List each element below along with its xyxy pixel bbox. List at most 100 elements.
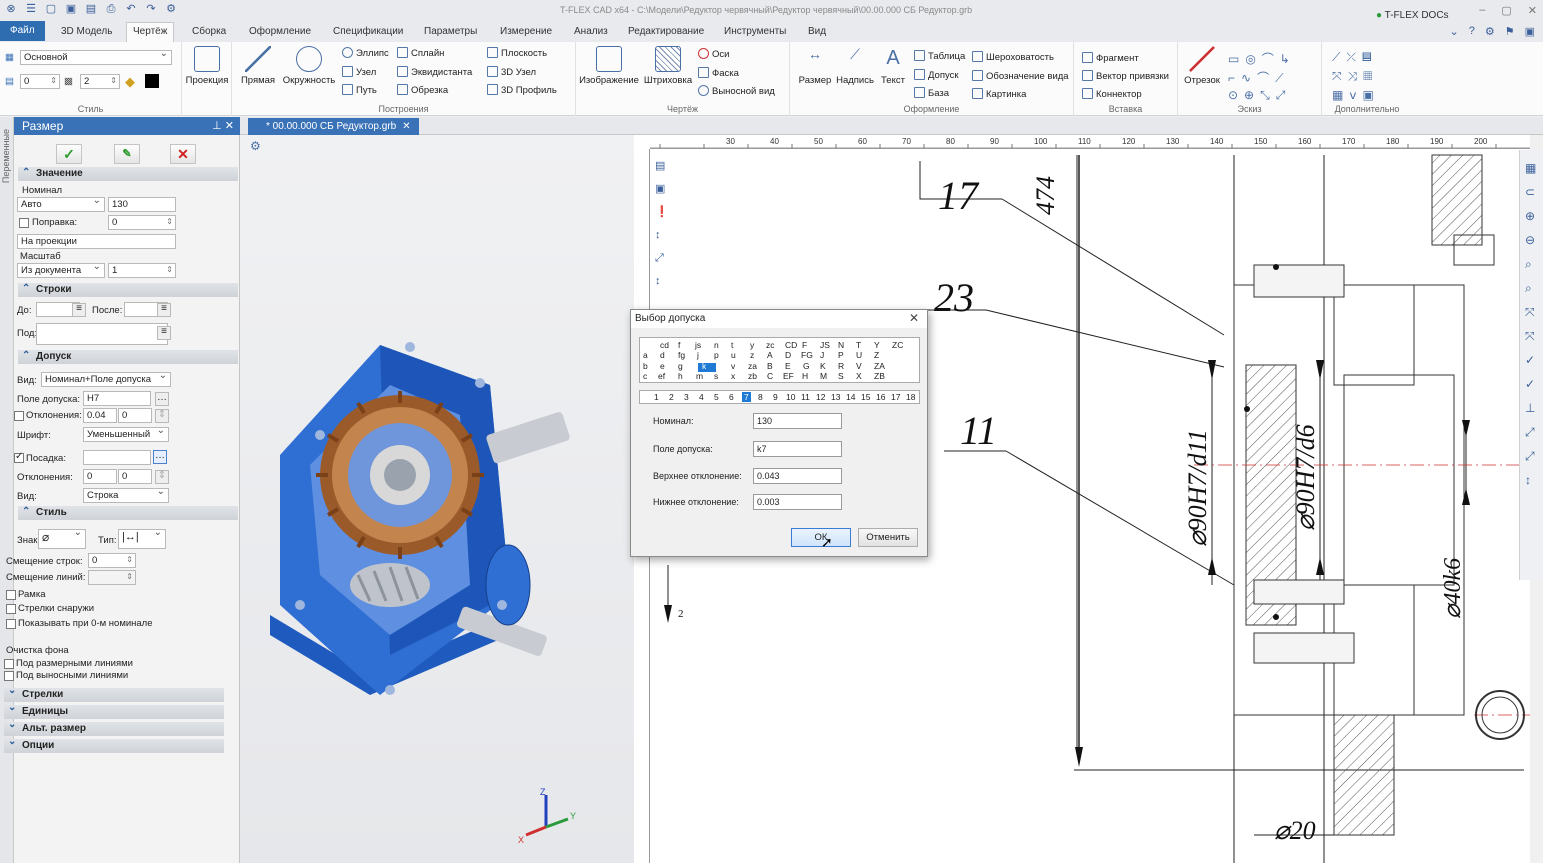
grade-cell[interactable]: 18: [906, 392, 915, 402]
letter-cell[interactable]: d: [660, 350, 665, 360]
tab-assembly[interactable]: Сборка: [186, 24, 232, 40]
dialog-field-input[interactable]: k7: [753, 441, 842, 457]
ellipse-button[interactable]: Эллипс: [342, 47, 389, 59]
letter-cell[interactable]: za: [748, 361, 757, 371]
window-icon[interactable]: ▣: [1525, 25, 1535, 38]
help-icon[interactable]: ?: [1469, 25, 1475, 38]
letter-cell[interactable]: D: [785, 350, 791, 360]
nominal-value-input[interactable]: 130: [108, 197, 176, 212]
collapse-icon[interactable]: ⌄: [1450, 25, 1459, 38]
letter-cell[interactable]: v: [731, 361, 735, 371]
letter-cell[interactable]: P: [838, 350, 844, 360]
letter-cell[interactable]: N: [838, 340, 844, 350]
letter-cell[interactable]: T: [856, 340, 861, 350]
letter-cell[interactable]: J: [820, 350, 824, 360]
grade-cell[interactable]: 4: [699, 392, 704, 402]
table-button[interactable]: Таблица: [914, 50, 965, 62]
letter-cell[interactable]: JS: [820, 340, 830, 350]
base-button[interactable]: База: [914, 87, 949, 99]
fit-deviation-input-2[interactable]: 0: [118, 469, 152, 484]
letter-cell[interactable]: s: [714, 371, 718, 381]
letter-cell[interactable]: z: [750, 350, 754, 360]
letter-cell[interactable]: M: [820, 371, 827, 381]
hatch-button[interactable]: Штриховка: [642, 46, 694, 86]
tab-design[interactable]: Оформление: [243, 24, 317, 40]
grade-cell[interactable]: 11: [801, 392, 810, 402]
line-offset-input[interactable]: [88, 570, 136, 585]
path-button[interactable]: Путь: [342, 84, 377, 96]
letter-cell[interactable]: e: [660, 361, 665, 371]
options-icon[interactable]: ⚙: [164, 2, 178, 16]
letter-cell[interactable]: y: [750, 340, 754, 350]
sign-select[interactable]: ⌀: [38, 529, 86, 549]
tab-tools[interactable]: Инструменты: [718, 24, 792, 40]
letter-cell[interactable]: V: [856, 361, 862, 371]
settings-icon[interactable]: ⚙: [1485, 25, 1495, 38]
size-button[interactable]: ↔ Размер: [796, 46, 834, 86]
node3d-button[interactable]: 3D Узел: [487, 66, 536, 78]
section-tolerance[interactable]: Допуск: [18, 349, 238, 364]
inscription-button[interactable]: ⟋ Надпись: [834, 46, 876, 86]
color-swatch[interactable]: [145, 74, 159, 88]
section-units[interactable]: Единицы: [4, 701, 224, 719]
grade-cell[interactable]: 14: [846, 392, 855, 402]
new-file-icon[interactable]: ▢: [44, 2, 58, 16]
grade-cell[interactable]: 8: [758, 392, 763, 402]
close-window-icon[interactable]: ✕: [1528, 4, 1537, 17]
drawing-tool-icons[interactable]: ▤ ▣ ❗ ↕ ⤢ ↕: [655, 155, 669, 293]
scale-value-input[interactable]: 1: [108, 263, 176, 278]
plane-button[interactable]: Плоскость: [487, 47, 547, 59]
letter-cell[interactable]: K: [820, 361, 826, 371]
fit-input[interactable]: [83, 450, 151, 465]
fit-checkbox[interactable]: [14, 451, 24, 463]
3d-viewport[interactable]: ⚙ Z X Y: [240, 135, 634, 863]
before-menu-icon[interactable]: ≡: [72, 303, 86, 317]
row-offset-input[interactable]: 0: [88, 553, 136, 568]
fit-deviation-input-1[interactable]: 0: [83, 469, 117, 484]
tab-analysis[interactable]: Анализ: [568, 24, 614, 40]
section-style[interactable]: Стиль: [18, 505, 238, 520]
letter-cell[interactable]: U: [856, 350, 862, 360]
grade-cell[interactable]: 6: [729, 392, 734, 402]
ok-check-button[interactable]: ✓: [56, 144, 82, 164]
dialog-nominal-input[interactable]: 130: [753, 413, 842, 429]
letter-cell[interactable]: g: [678, 361, 683, 371]
letter-cell[interactable]: CD: [785, 340, 797, 350]
letter-cell[interactable]: p: [714, 350, 719, 360]
grade-cell[interactable]: 15: [861, 392, 870, 402]
priority-input[interactable]: 2: [80, 74, 120, 89]
nominal-mode-select[interactable]: Авто: [17, 197, 105, 212]
under-input[interactable]: [36, 323, 168, 345]
grade-cell[interactable]: 16: [876, 392, 885, 402]
after-menu-icon[interactable]: ≡: [157, 303, 171, 317]
correction-checkbox[interactable]: [19, 218, 29, 228]
grade-cell[interactable]: 2: [669, 392, 674, 402]
letter-cell[interactable]: Z: [874, 350, 879, 360]
letter-cell[interactable]: FG: [801, 350, 813, 360]
letter-cell[interactable]: f: [678, 340, 680, 350]
document-tab[interactable]: * 00.00.000 СБ Редуктор.grb ✕: [248, 118, 419, 135]
scale-mode-select[interactable]: Из документа: [17, 263, 105, 278]
section-options[interactable]: Опции: [4, 735, 224, 753]
cancel-x-button[interactable]: ✕: [170, 144, 196, 164]
view-select[interactable]: Номинал+Поле допуска: [41, 372, 171, 387]
tolerance-letter-grid[interactable]: cd f js n t y zc CD F JS N T Y ZC a d fg…: [639, 337, 920, 383]
type-select[interactable]: |↔|: [118, 529, 166, 549]
tab-parameters[interactable]: Параметры: [418, 24, 483, 40]
right-toolbar-icons[interactable]: ▦ ⊂ ⊕ ⊖ ⌕ ⌕ ⤧ ⤧ ✓ ✓ ⊥ ⤢ ⤢ ↕: [1525, 156, 1536, 492]
connector-button[interactable]: Коннектор: [1082, 88, 1142, 100]
extra-tools-row2[interactable]: ⤧⤨▦: [1332, 69, 1378, 84]
fit-more-button[interactable]: …: [153, 450, 167, 464]
correction-input[interactable]: 0: [108, 215, 176, 230]
under-dim-checkbox[interactable]: [4, 659, 14, 669]
tolerance-button[interactable]: Допуск: [914, 69, 959, 81]
letter-cell[interactable]: Y: [874, 340, 880, 350]
app-logo-icon[interactable]: ⊗: [4, 2, 18, 16]
letter-cell[interactable]: cd: [660, 340, 669, 350]
under-menu-icon[interactable]: ≡: [157, 326, 171, 340]
letter-cell[interactable]: x: [731, 371, 735, 381]
tab-view[interactable]: Вид: [802, 24, 832, 40]
menu-icon[interactable]: ☰: [24, 2, 38, 16]
letter-cell[interactable]: EF: [783, 371, 794, 381]
field-input[interactable]: H7: [83, 391, 151, 406]
